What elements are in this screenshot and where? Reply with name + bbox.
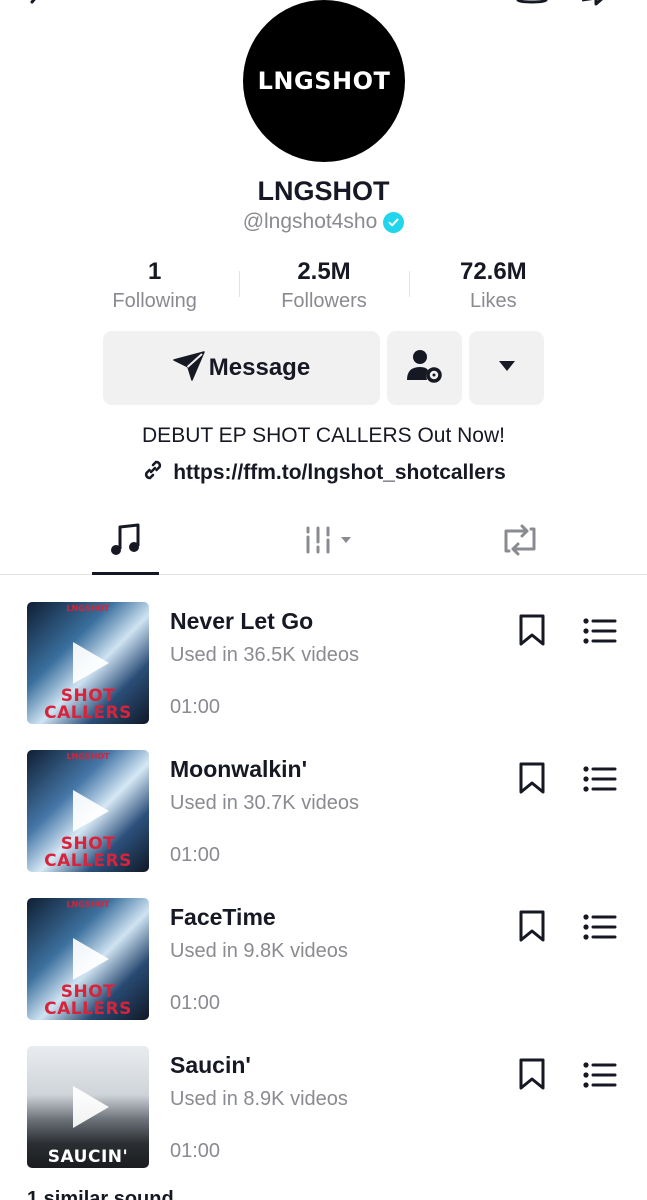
tab-reposts[interactable] bbox=[490, 510, 550, 574]
handle-row: @lngshot4sho bbox=[0, 210, 647, 234]
sound-usage-count: Used in 36.5K videos bbox=[170, 644, 360, 666]
album-art-bottom-text: SHOT CALLERS bbox=[44, 982, 132, 1019]
bookmark-icon[interactable] bbox=[518, 910, 546, 942]
tab-filter[interactable] bbox=[290, 510, 370, 574]
stat-value: 1 bbox=[147, 258, 162, 285]
profile-stats: 1 Following 2.5M Followers 72.6M Likes bbox=[70, 257, 578, 319]
album-art-thumbnail[interactable]: SAUCIN' bbox=[27, 1046, 149, 1168]
album-art-bottom-text: SHOT CALLERS bbox=[44, 834, 132, 871]
album-art-thumbnail[interactable]: LNGSHOT SHOT CALLERS bbox=[27, 602, 149, 724]
sound-list-item[interactable]: LNGSHOT SHOT CALLERS Moonwalkin' Used in 30… bbox=[0, 750, 647, 872]
sound-usage-count: Used in 30.7K videos bbox=[170, 792, 360, 814]
album-art-top-text: LNGSHOT bbox=[66, 752, 110, 761]
bio-link-text[interactable]: https://ffm.to/lngshot_shotcallers bbox=[173, 461, 506, 485]
stat-value: 72.6M bbox=[459, 258, 527, 285]
bookmark-icon[interactable] bbox=[518, 762, 546, 794]
avatar[interactable]: LNGSHOT bbox=[243, 0, 405, 162]
sound-list-item[interactable]: LNGSHOT SHOT CALLERS Never Let Go Used in 3… bbox=[0, 602, 647, 724]
avatar-logo-text: LNGSHOT bbox=[257, 67, 391, 95]
sound-title[interactable]: Saucin' bbox=[170, 1052, 251, 1079]
stat-value: 2.5M bbox=[297, 258, 351, 285]
sound-usage-count: Used in 9.8K videos bbox=[170, 940, 348, 962]
content-tabs bbox=[0, 510, 647, 575]
sound-duration: 01:00 bbox=[170, 1140, 221, 1162]
bio-text: DEBUT EP SHOT CALLERS Out Now! bbox=[142, 424, 505, 447]
playlist-menu-icon[interactable] bbox=[583, 1062, 617, 1088]
bookmark-icon[interactable] bbox=[518, 1058, 546, 1090]
sliders-icon bbox=[304, 525, 356, 560]
sound-title[interactable]: FaceTime bbox=[170, 904, 276, 931]
sound-list-item[interactable]: LNGSHOT SHOT CALLERS FaceTime Used in 9.8K … bbox=[0, 898, 647, 1020]
playlist-menu-icon[interactable] bbox=[583, 914, 617, 940]
album-art-bottom-text: SHOT CALLERS bbox=[44, 686, 132, 723]
paper-plane-icon bbox=[173, 350, 205, 386]
sound-title[interactable]: Never Let Go bbox=[170, 608, 313, 635]
verified-icon bbox=[383, 211, 405, 233]
bookmark-icon[interactable] bbox=[518, 614, 546, 646]
stat-label: Following bbox=[112, 290, 197, 312]
bell-icon[interactable] bbox=[512, 0, 552, 16]
stat-label: Likes bbox=[469, 290, 517, 312]
sound-usage-count: Used in 8.9K videos bbox=[170, 1088, 348, 1110]
caret-down-icon bbox=[498, 359, 516, 377]
playlist-menu-icon[interactable] bbox=[583, 618, 617, 644]
message-label: Message bbox=[208, 354, 311, 381]
user-settings-icon bbox=[406, 347, 444, 390]
sound-duration: 01:00 bbox=[170, 844, 221, 866]
follow-settings-button[interactable] bbox=[387, 331, 462, 405]
play-icon[interactable] bbox=[71, 1084, 111, 1130]
more-button[interactable] bbox=[469, 331, 544, 405]
stat-followers[interactable]: 2.5M Followers bbox=[239, 257, 408, 319]
album-art-thumbnail[interactable]: LNGSHOT SHOT CALLERS bbox=[27, 898, 149, 1020]
playlist-menu-icon[interactable] bbox=[583, 766, 617, 792]
share-icon[interactable] bbox=[578, 0, 618, 16]
stat-likes[interactable]: 72.6M Likes bbox=[408, 257, 578, 319]
back-icon[interactable] bbox=[18, 0, 58, 16]
album-art-thumbnail[interactable]: LNGSHOT SHOT CALLERS bbox=[27, 750, 149, 872]
music-note-icon bbox=[109, 522, 143, 563]
play-icon[interactable] bbox=[71, 788, 111, 834]
repost-icon bbox=[501, 523, 539, 562]
display-name: LNGSHOT bbox=[257, 176, 390, 206]
sound-duration: 01:00 bbox=[170, 696, 221, 718]
link-icon bbox=[141, 458, 165, 487]
play-icon[interactable] bbox=[71, 640, 111, 686]
stat-label: Followers bbox=[281, 290, 367, 312]
play-icon[interactable] bbox=[71, 936, 111, 982]
album-art-bottom-text: SAUCIN' bbox=[47, 1147, 129, 1167]
similar-sounds-label[interactable]: 1 similar sound bbox=[27, 1188, 174, 1200]
album-art-top-text: LNGSHOT bbox=[66, 604, 110, 613]
sound-title[interactable]: Moonwalkin' bbox=[170, 756, 307, 783]
tab-sounds[interactable] bbox=[92, 510, 159, 575]
stat-following[interactable]: 1 Following bbox=[70, 257, 239, 319]
bio-link[interactable]: https://ffm.to/lngshot_shotcallers bbox=[0, 458, 647, 487]
username-handle: @lngshot4sho bbox=[242, 210, 378, 233]
sound-list-item[interactable]: SAUCIN' Saucin' Used in 8.9K videos 01:00 bbox=[0, 1046, 647, 1168]
message-button[interactable]: Message bbox=[103, 331, 380, 405]
sound-duration: 01:00 bbox=[170, 992, 221, 1014]
album-art-top-text: LNGSHOT bbox=[66, 900, 110, 909]
